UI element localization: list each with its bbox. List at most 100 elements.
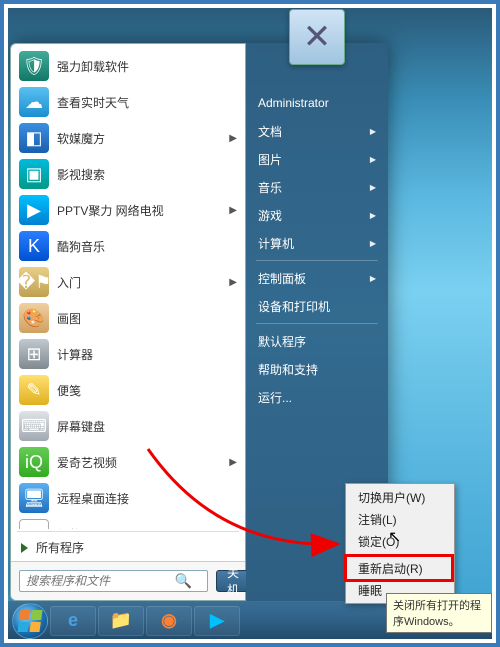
program-icon: 🖥	[19, 483, 49, 513]
program-icon: ♠	[19, 519, 49, 529]
program-item-1[interactable]: ☁ 查看实时天气	[13, 84, 243, 120]
program-icon: 🛡	[19, 51, 49, 81]
program-label: 便笺	[57, 382, 81, 399]
start-menu-footer: 🔍 关机 ▶	[11, 561, 245, 600]
program-icon: ▣	[19, 159, 49, 189]
start-button[interactable]	[12, 603, 48, 639]
program-item-7[interactable]: 🎨 画图	[13, 300, 243, 336]
user-name-label: Administrator	[258, 96, 329, 110]
power-menu-item-0[interactable]: 切换用户(W)	[348, 486, 452, 508]
program-label: 影视搜索	[57, 166, 105, 183]
program-icon: �⚑	[19, 267, 49, 297]
shutdown-label: 关机	[217, 564, 249, 598]
right-item-label: 控制面板	[258, 270, 306, 287]
program-label: 纸牌	[57, 526, 81, 530]
chevron-right-icon: ▶	[229, 133, 237, 144]
right-item-label: 设备和打印机	[258, 298, 330, 315]
right-item-label: 默认程序	[258, 333, 306, 350]
right-item-label: 图片	[258, 151, 282, 168]
program-label: 查看实时天气	[57, 94, 129, 111]
pptv-icon: ▶	[210, 610, 224, 631]
all-programs-button[interactable]: 所有程序	[11, 534, 245, 561]
chevron-right-icon: ▶	[229, 277, 237, 288]
program-icon: ✎	[19, 375, 49, 405]
program-item-11[interactable]: iQ 爱奇艺视频 ▶	[13, 444, 243, 480]
mediaplayer-icon: ◉	[161, 610, 177, 631]
arrow-right-icon	[21, 543, 28, 553]
program-label: PPTV聚力 网络电视	[57, 202, 164, 219]
power-menu-item-4[interactable]: 重新启动(R)	[348, 557, 452, 579]
separator	[349, 554, 451, 555]
program-list: 🛡 强力卸载软件 ☁ 查看实时天气 ◧ 软媒魔方 ▶▣ 影视搜索 ▶ PPTV聚…	[11, 44, 245, 529]
program-item-6[interactable]: �⚑ 入门 ▶	[13, 264, 243, 300]
all-programs-label: 所有程序	[36, 539, 84, 556]
chevron-right-icon: ▶	[370, 211, 376, 220]
program-label: 软媒魔方	[57, 130, 105, 147]
program-label: 计算器	[57, 346, 93, 363]
program-label: 入门	[57, 274, 81, 291]
program-item-12[interactable]: 🖥 远程桌面连接	[13, 480, 243, 516]
avatar-icon: ✕	[303, 17, 332, 57]
mouse-cursor: ↖	[388, 527, 401, 547]
program-item-5[interactable]: K 酷狗音乐	[13, 228, 243, 264]
chevron-right-icon: ▶	[229, 457, 237, 468]
program-item-0[interactable]: 🛡 强力卸载软件	[13, 48, 243, 84]
program-item-10[interactable]: ⌨ 屏幕键盘	[13, 408, 243, 444]
program-icon: ◧	[19, 123, 49, 153]
explorer-icon: 📁	[110, 610, 132, 631]
user-avatar[interactable]: ✕	[289, 9, 345, 65]
program-label: 酷狗音乐	[57, 238, 105, 255]
taskbar-item-ie[interactable]: e	[50, 606, 96, 636]
tooltip: 关闭所有打开的程序Windows。	[386, 593, 492, 633]
chevron-right-icon: ▶	[370, 127, 376, 136]
right-pane-item-10[interactable]: 帮助和支持	[246, 355, 388, 383]
program-icon: ⊞	[19, 339, 49, 369]
program-label: 画图	[57, 310, 81, 327]
program-item-8[interactable]: ⊞ 计算器	[13, 336, 243, 372]
ie-icon: e	[68, 610, 78, 631]
program-item-2[interactable]: ◧ 软媒魔方 ▶	[13, 120, 243, 156]
program-icon: iQ	[19, 447, 49, 477]
program-label: 强力卸载软件	[57, 58, 129, 75]
right-pane-item-4[interactable]: 计算机 ▶	[246, 229, 388, 257]
right-pane-item-11[interactable]: 运行...	[246, 383, 388, 411]
program-icon: ⌨	[19, 411, 49, 441]
separator	[256, 323, 378, 324]
start-menu-left-pane: 🛡 强力卸载软件 ☁ 查看实时天气 ◧ 软媒魔方 ▶▣ 影视搜索 ▶ PPTV聚…	[10, 43, 246, 601]
program-label: 远程桌面连接	[57, 490, 129, 507]
right-pane-item-2[interactable]: 音乐 ▶	[246, 173, 388, 201]
taskbar-item-explorer[interactable]: 📁	[98, 606, 144, 636]
chevron-right-icon: ▶	[370, 183, 376, 192]
right-item-label: 运行...	[258, 389, 292, 406]
separator	[256, 260, 378, 261]
right-pane-item-7[interactable]: 设备和打印机	[246, 292, 388, 320]
right-pane-item-6[interactable]: 控制面板 ▶	[246, 264, 388, 292]
chevron-right-icon: ▶	[370, 155, 376, 164]
user-name-link[interactable]: Administrator	[246, 89, 388, 117]
right-item-label: 计算机	[258, 235, 294, 252]
search-icon: 🔍	[175, 573, 192, 590]
taskbar-item-pptv[interactable]: ▶	[194, 606, 240, 636]
taskbar-item-mediaplayer[interactable]: ◉	[146, 606, 192, 636]
right-pane-item-1[interactable]: 图片 ▶	[246, 145, 388, 173]
program-item-9[interactable]: ✎ 便笺	[13, 372, 243, 408]
right-item-label: 音乐	[258, 179, 282, 196]
right-pane-item-3[interactable]: 游戏 ▶	[246, 201, 388, 229]
program-item-13[interactable]: ♠ 纸牌	[13, 516, 243, 529]
chevron-right-icon: ▶	[229, 205, 237, 216]
right-pane-item-0[interactable]: 文档 ▶	[246, 117, 388, 145]
chevron-right-icon: ▶	[370, 239, 376, 248]
program-label: 屏幕键盘	[57, 418, 105, 435]
chevron-right-icon: ▶	[370, 274, 376, 283]
right-item-label: 文档	[258, 123, 282, 140]
program-label: 爱奇艺视频	[57, 454, 117, 471]
start-menu: 🛡 强力卸载软件 ☁ 查看实时天气 ◧ 软媒魔方 ▶▣ 影视搜索 ▶ PPTV聚…	[10, 43, 388, 601]
program-icon: 🎨	[19, 303, 49, 333]
right-item-label: 帮助和支持	[258, 361, 318, 378]
program-icon: ☁	[19, 87, 49, 117]
right-pane-item-9[interactable]: 默认程序	[246, 327, 388, 355]
right-item-label: 游戏	[258, 207, 282, 224]
separator	[17, 531, 239, 532]
program-item-3[interactable]: ▣ 影视搜索	[13, 156, 243, 192]
program-item-4[interactable]: ▶ PPTV聚力 网络电视 ▶	[13, 192, 243, 228]
